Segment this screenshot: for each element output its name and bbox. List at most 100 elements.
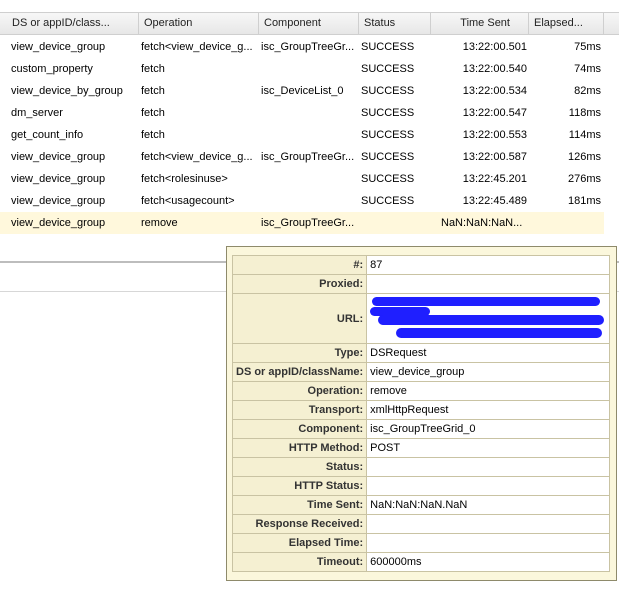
detail-value-transport: xmlHttpRequest bbox=[366, 400, 611, 420]
cell-status: SUCCESS bbox=[361, 63, 415, 75]
column-header-ds[interactable]: DS or appID/class... bbox=[0, 13, 139, 34]
cell-status: SUCCESS bbox=[361, 129, 415, 141]
cell-operation: fetch bbox=[141, 85, 165, 97]
cell-time-sent: 13:22:45.489 bbox=[462, 195, 527, 207]
detail-value-response-received bbox=[366, 514, 611, 534]
detail-label: Operation: bbox=[231, 381, 368, 401]
cell-time-sent: 13:22:00.547 bbox=[462, 107, 527, 119]
cell-time-sent: 13:22:00.540 bbox=[462, 63, 527, 75]
column-header-elapsed[interactable]: Elapsed... bbox=[529, 13, 604, 34]
cell-status: SUCCESS bbox=[361, 107, 415, 119]
table-row[interactable]: view_device_group fetch<rolesinuse> SUCC… bbox=[0, 168, 604, 190]
cell-component bbox=[258, 58, 359, 80]
cell-component: isc_GroupTreeGr... bbox=[261, 217, 355, 229]
detail-label: Time Sent: bbox=[231, 495, 368, 515]
cell-status: SUCCESS bbox=[361, 173, 415, 185]
cell-operation: fetch<usagecount> bbox=[141, 195, 235, 207]
cell-elapsed: 75ms bbox=[574, 41, 601, 53]
cell-ds: view_device_group bbox=[11, 173, 106, 185]
cell-ds: get_count_info bbox=[11, 129, 84, 141]
table-row[interactable]: custom_property fetch SUCCESS 13:22:00.5… bbox=[0, 58, 604, 80]
cell-ds: view_device_group bbox=[11, 217, 106, 229]
detail-value-ds: view_device_group bbox=[366, 362, 611, 382]
table-row[interactable]: view_device_by_group fetch isc_DeviceLis… bbox=[0, 80, 604, 102]
detail-label: Status: bbox=[231, 457, 368, 477]
cell-elapsed: 126ms bbox=[567, 151, 601, 163]
table-row[interactable]: view_device_group fetch<view_device_g...… bbox=[0, 146, 604, 168]
detail-label: Type: bbox=[231, 343, 368, 363]
detail-value-status bbox=[366, 457, 611, 477]
cell-ds: view_device_group bbox=[11, 41, 106, 53]
cell-operation: fetch bbox=[141, 129, 165, 141]
request-detail-table: #: 87 Proxied: URL: Type: DSRequest DS o… bbox=[231, 255, 611, 572]
column-header-status[interactable]: Status bbox=[359, 13, 431, 34]
column-header-component[interactable]: Component bbox=[259, 13, 359, 34]
detail-value-proxied bbox=[366, 274, 611, 294]
detail-value-timeout: 600000ms bbox=[366, 552, 611, 572]
detail-label: HTTP Status: bbox=[231, 476, 368, 496]
url-redaction bbox=[370, 296, 606, 341]
cell-status: SUCCESS bbox=[361, 195, 415, 207]
cell-time-sent: 13:22:00.534 bbox=[462, 85, 527, 97]
cell-time-sent: 13:22:00.587 bbox=[462, 151, 527, 163]
detail-value-url bbox=[366, 293, 611, 344]
cell-ds: custom_property bbox=[11, 63, 93, 75]
cell-status: SUCCESS bbox=[361, 41, 415, 53]
column-header-operation[interactable]: Operation bbox=[139, 13, 259, 34]
cell-elapsed: 276ms bbox=[567, 173, 601, 185]
cell-status bbox=[358, 212, 430, 234]
cell-operation: fetch bbox=[141, 63, 165, 75]
detail-label: DS or appID/className: bbox=[231, 362, 368, 382]
cell-component: isc_GroupTreeGr... bbox=[261, 151, 355, 163]
table-row-selected[interactable]: view_device_group remove isc_GroupTreeGr… bbox=[0, 212, 604, 234]
cell-elapsed: 181ms bbox=[567, 195, 601, 207]
cell-operation: fetch<view_device_g... bbox=[141, 151, 253, 163]
cell-elapsed: 114ms bbox=[568, 129, 601, 141]
detail-label: #: bbox=[231, 255, 368, 275]
cell-elapsed: 118ms bbox=[568, 107, 601, 119]
cell-operation: fetch<view_device_g... bbox=[141, 41, 253, 53]
cell-elapsed: 74ms bbox=[574, 63, 601, 75]
rpc-tab-grid: DS or appID/class... Operation Component… bbox=[0, 0, 619, 260]
cell-component bbox=[258, 168, 359, 190]
cell-component bbox=[258, 102, 359, 124]
cell-component bbox=[258, 190, 359, 212]
detail-value-http-method: POST bbox=[366, 438, 611, 458]
cell-ds: view_device_by_group bbox=[11, 85, 123, 97]
grid-header: DS or appID/class... Operation Component… bbox=[0, 12, 619, 35]
cell-operation: fetch<rolesinuse> bbox=[141, 173, 228, 185]
cell-component: isc_DeviceList_0 bbox=[261, 85, 344, 97]
detail-value-elapsed-time bbox=[366, 533, 611, 553]
cell-status: SUCCESS bbox=[361, 151, 415, 163]
cell-component bbox=[258, 124, 359, 146]
detail-label: Timeout: bbox=[231, 552, 368, 572]
table-row[interactable]: view_device_group fetch<usagecount> SUCC… bbox=[0, 190, 604, 212]
detail-value-time-sent: NaN:NaN:NaN.NaN bbox=[366, 495, 611, 515]
cell-component: isc_GroupTreeGr... bbox=[261, 41, 355, 53]
table-row[interactable]: get_count_info fetch SUCCESS 13:22:00.55… bbox=[0, 124, 604, 146]
request-detail-tooltip: #: 87 Proxied: URL: Type: DSRequest DS o… bbox=[226, 246, 617, 581]
detail-value-type: DSRequest bbox=[366, 343, 611, 363]
table-row[interactable]: view_device_group fetch<view_device_g...… bbox=[0, 36, 604, 58]
cell-status: SUCCESS bbox=[361, 85, 415, 97]
cell-ds: view_device_group bbox=[11, 195, 106, 207]
cell-operation: fetch bbox=[141, 107, 165, 119]
cell-time-sent: 13:22:00.553 bbox=[462, 129, 527, 141]
table-row[interactable]: dm_server fetch SUCCESS 13:22:00.547 118… bbox=[0, 102, 604, 124]
cell-time-sent: NaN:NaN:NaN... bbox=[441, 217, 523, 229]
detail-label: Transport: bbox=[231, 400, 368, 420]
detail-label: Response Received: bbox=[231, 514, 368, 534]
column-header-time-sent[interactable]: Time Sent bbox=[431, 13, 529, 34]
cell-time-sent: 13:22:45.201 bbox=[462, 173, 527, 185]
detail-value-http-status bbox=[366, 476, 611, 496]
detail-value-component: isc_GroupTreeGrid_0 bbox=[366, 419, 611, 439]
detail-label: Elapsed Time: bbox=[231, 533, 368, 553]
cell-elapsed bbox=[530, 212, 604, 234]
detail-label: URL: bbox=[231, 293, 368, 344]
detail-value-operation: remove bbox=[366, 381, 611, 401]
detail-label: Proxied: bbox=[231, 274, 368, 294]
cell-ds: dm_server bbox=[11, 107, 63, 119]
cell-ds: view_device_group bbox=[11, 151, 106, 163]
cell-elapsed: 82ms bbox=[574, 85, 601, 97]
cell-operation: remove bbox=[141, 217, 178, 229]
